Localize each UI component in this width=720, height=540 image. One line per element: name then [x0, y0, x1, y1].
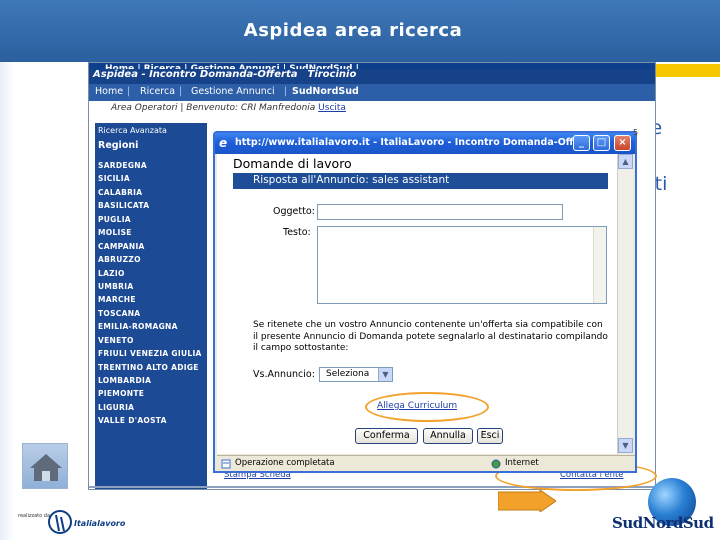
home-icon	[30, 454, 62, 481]
italialavoro-name: Italialavoro	[74, 519, 126, 528]
region-item[interactable]: MOLISE	[98, 226, 202, 239]
form-heading: Domande di lavoro	[233, 156, 352, 171]
scroll-up-icon[interactable]: ▲	[618, 154, 633, 169]
region-item[interactable]: SARDEGNA	[98, 159, 202, 172]
region-item[interactable]: VENETO	[98, 334, 202, 347]
internet-globe-icon	[491, 459, 501, 469]
scroll-down-icon[interactable]: ▼	[618, 438, 633, 453]
page-badge: 5	[633, 128, 639, 137]
region-item[interactable]: CALABRIA	[98, 186, 202, 199]
highlight-arrow-icon	[498, 490, 556, 512]
regions-list: SARDEGNA SICILIA CALABRIA BASILICATA PUG…	[98, 159, 202, 428]
textarea-scrollbar[interactable]	[593, 227, 606, 303]
popup-titlebar[interactable]: e http://www.italialavoro.it - ItaliaLav…	[215, 133, 635, 154]
region-item[interactable]: UMBRIA	[98, 280, 202, 293]
nav-separator: |	[127, 86, 131, 97]
nav-home[interactable]: Home	[95, 86, 123, 97]
region-item[interactable]: LAZIO	[98, 267, 202, 280]
reply-popup-window: e http://www.italialavoro.it - ItaliaLav…	[213, 131, 637, 473]
cancel-button[interactable]: Annulla	[423, 428, 473, 444]
nav-sudnordsud[interactable]: SudNordSud	[292, 86, 359, 97]
text-label: Testo:	[283, 227, 311, 238]
brand-tirocinio[interactable]: Tirocinio	[308, 69, 357, 80]
brand-subtitle: - Incontro Domanda-Offerta	[137, 69, 298, 80]
yellow-accent-bar	[655, 64, 720, 77]
regions-sidebar: Ricerca Avanzata Regioni SARDEGNA SICILI…	[95, 123, 207, 489]
subject-input[interactable]	[317, 204, 563, 220]
logout-link[interactable]: Uscita	[318, 103, 346, 113]
regions-heading: Regioni	[98, 140, 139, 151]
status-text: Operazione completata	[235, 458, 335, 468]
sudnordsud-logo: SudNordSud	[608, 478, 716, 538]
region-item[interactable]: LOMBARDIA	[98, 374, 202, 387]
subject-label: Oggetto:	[273, 206, 315, 217]
popup-scrollbar[interactable]: ▲ ▼	[617, 154, 633, 454]
site-main-nav: Home | Ricerca | Gestione Annunci | SudN…	[89, 84, 655, 101]
nav-gestione-annunci[interactable]: Gestione Annunci	[191, 86, 275, 97]
form-subtitle-bar: Risposta all'Annuncio: sales assistant	[233, 173, 608, 189]
popup-status-bar: Operazione completata Internet	[217, 455, 635, 471]
nav-ricerca[interactable]: Ricerca	[140, 86, 175, 97]
site-brand: Aspidea - Incontro Domanda-Offerta Tiroci…	[93, 69, 356, 80]
compatibility-note: Se ritenete che un vostro Annuncio conte…	[253, 320, 608, 353]
home-button[interactable]	[22, 443, 68, 489]
nav-separator: |	[179, 86, 183, 97]
region-item[interactable]: TOSCANA	[98, 307, 202, 320]
region-item[interactable]: MARCHE	[98, 293, 202, 306]
slide-header: Aspidea area ricerca	[0, 0, 720, 62]
popup-content: Domande di lavoro Risposta all'Annuncio:…	[217, 154, 617, 454]
region-item[interactable]: EMILIA-ROMAGNA	[98, 320, 202, 333]
region-item[interactable]: TRENTINO ALTO ADIGE	[98, 361, 202, 374]
advanced-search-link[interactable]: Ricerca Avanzata	[98, 126, 167, 135]
region-item[interactable]: SICILIA	[98, 172, 202, 185]
text-area[interactable]	[317, 226, 607, 304]
slide-left-bar	[0, 62, 14, 540]
user-info-bar: Area Operatori | Benvenuto: CRI Manfredo…	[111, 103, 346, 113]
italialavoro-logo: realizzato da Italialavoro	[18, 507, 138, 537]
region-item[interactable]: ABRUZZO	[98, 253, 202, 266]
annuncio-select-value: Seleziona	[326, 369, 370, 379]
confirm-button[interactable]: Conferma	[355, 428, 418, 444]
status-zone: Internet	[505, 458, 539, 468]
region-item[interactable]: CAMPANIA	[98, 240, 202, 253]
chevron-down-icon[interactable]: ▼	[378, 368, 392, 381]
nav-separator: |	[284, 86, 288, 97]
brand-name: Aspidea	[93, 69, 138, 80]
exit-button[interactable]: Esci	[477, 428, 503, 444]
popup-title: http://www.italialavoro.it - ItaliaLavor…	[235, 137, 585, 148]
slide-title: Aspidea area ricerca	[243, 20, 463, 41]
close-button[interactable]: ×	[614, 135, 631, 151]
page-done-icon	[221, 459, 231, 469]
italialavoro-mark-icon	[48, 510, 72, 534]
user-welcome: Area Operatori | Benvenuto: CRI Manfredo…	[111, 103, 319, 113]
annuncio-select[interactable]: Seleziona ▼	[319, 367, 393, 382]
region-item[interactable]: PUGLIA	[98, 213, 202, 226]
minimize-button[interactable]: _	[573, 135, 590, 151]
highlight-ellipse-cv	[365, 392, 489, 422]
region-item[interactable]: PIEMONTE	[98, 387, 202, 400]
region-item[interactable]: LIGURIA	[98, 401, 202, 414]
region-item[interactable]: BASILICATA	[98, 199, 202, 212]
region-item[interactable]: VALLE D'AOSTA	[98, 414, 202, 427]
sudnordsud-name: SudNordSud	[612, 514, 714, 532]
form-subtitle: Risposta all'Annuncio: sales assistant	[253, 174, 450, 186]
annuncio-label: Vs.Annuncio:	[253, 369, 315, 380]
ie-icon: e	[219, 136, 228, 150]
region-item[interactable]: FRIULI VENEZIA GIULIA	[98, 347, 202, 360]
maximize-button[interactable]: □	[593, 135, 610, 151]
site-title-bar: Aspidea - Incontro Domanda-Offerta Tiroci…	[89, 69, 655, 84]
